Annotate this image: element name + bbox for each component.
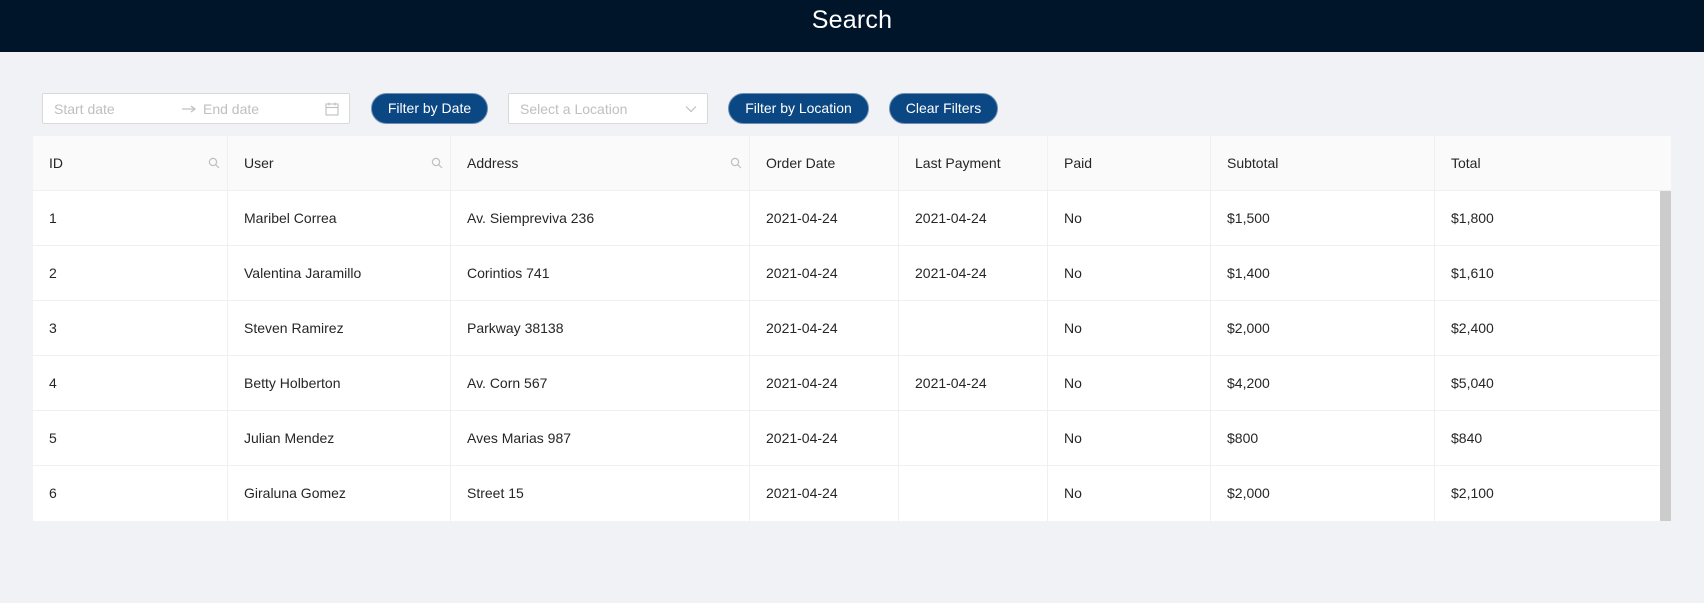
column-header-address[interactable]: Address — [451, 136, 750, 191]
cell-paid: No — [1048, 356, 1211, 411]
cell-address: Av. Siempreviva 236 — [451, 191, 750, 246]
cell-id: 1 — [33, 191, 228, 246]
location-select[interactable]: Select a Location — [508, 93, 708, 124]
table-scrollbar[interactable] — [1660, 191, 1671, 521]
orders-table: ID User Address Order Date Last Payment … — [33, 136, 1671, 521]
cell-last-payment — [899, 466, 1048, 521]
search-icon[interactable] — [431, 157, 443, 169]
cell-total: $1,610 — [1451, 265, 1494, 281]
cell-paid: No — [1048, 411, 1211, 466]
cell-address: Aves Marias 987 — [451, 411, 750, 466]
filter-toolbar: Start date End date Filter by Date Selec… — [0, 0, 1704, 140]
cell-paid: No — [1048, 191, 1211, 246]
cell-paid: No — [1048, 466, 1211, 521]
cell-address: Av. Corn 567 — [451, 356, 750, 411]
column-header-id[interactable]: ID — [33, 136, 228, 191]
column-header-paid[interactable]: Paid — [1048, 136, 1211, 191]
cell-address: Street 15 — [451, 466, 750, 521]
column-header-user[interactable]: User — [228, 136, 451, 191]
cell-subtotal: $1,500 — [1211, 191, 1435, 246]
cell-order-date: 2021-04-24 — [750, 411, 899, 466]
cell-total: $2,400 — [1451, 320, 1494, 336]
search-icon[interactable] — [208, 157, 220, 169]
cell-order-date: 2021-04-24 — [750, 301, 899, 356]
calendar-icon[interactable] — [325, 102, 339, 116]
cell-user: Julian Mendez — [228, 411, 451, 466]
cell-subtotal: $4,200 — [1211, 356, 1435, 411]
cell-id: 2 — [33, 246, 228, 301]
table-row[interactable]: 1 Maribel Correa Av. Siempreviva 236 202… — [33, 191, 1660, 246]
column-header-subtotal[interactable]: Subtotal — [1211, 136, 1435, 191]
date-range-picker[interactable]: Start date End date — [42, 93, 350, 124]
cell-last-payment: 2021-04-24 — [899, 356, 1048, 411]
cell-order-date: 2021-04-24 — [750, 246, 899, 301]
filter-by-date-button[interactable]: Filter by Date — [371, 93, 488, 124]
column-header-label: ID — [49, 155, 63, 171]
table-row[interactable]: 3 Steven Ramirez Parkway 38138 2021-04-2… — [33, 301, 1660, 356]
column-header-total[interactable]: Total — [1435, 136, 1671, 191]
cell-id: 3 — [33, 301, 228, 356]
start-date-input[interactable]: Start date — [54, 101, 115, 117]
table-header: ID User Address Order Date Last Payment … — [33, 136, 1671, 191]
arrow-right-icon — [182, 105, 196, 113]
cell-order-date: 2021-04-24 — [750, 356, 899, 411]
table-row[interactable]: 6 Giraluna Gomez Street 15 2021-04-24 No… — [33, 466, 1660, 521]
cell-subtotal: $800 — [1211, 411, 1435, 466]
table-row[interactable]: 5 Julian Mendez Aves Marias 987 2021-04-… — [33, 411, 1660, 466]
cell-subtotal: $1,400 — [1211, 246, 1435, 301]
table-row[interactable]: 2 Valentina Jaramillo Corintios 741 2021… — [33, 246, 1660, 301]
cell-address: Corintios 741 — [451, 246, 750, 301]
cell-user: Steven Ramirez — [228, 301, 451, 356]
search-icon[interactable] — [730, 157, 742, 169]
cell-total: $1,800 — [1451, 210, 1494, 226]
column-header-last-payment[interactable]: Last Payment — [899, 136, 1048, 191]
cell-user: Maribel Correa — [228, 191, 451, 246]
chevron-down-icon — [685, 106, 697, 113]
table-body: 1 Maribel Correa Av. Siempreviva 236 202… — [33, 191, 1660, 521]
cell-total: $840 — [1451, 430, 1483, 446]
cell-paid: No — [1048, 301, 1211, 356]
column-header-label: User — [244, 155, 274, 171]
end-date-input[interactable]: End date — [203, 101, 259, 117]
cell-last-payment — [899, 411, 1048, 466]
location-select-placeholder: Select a Location — [520, 101, 628, 117]
cell-last-payment: 2021-04-24 — [899, 191, 1048, 246]
cell-last-payment: 2021-04-24 — [899, 246, 1048, 301]
cell-address: Parkway 38138 — [451, 301, 750, 356]
cell-total: $5,040 — [1451, 375, 1494, 391]
cell-order-date: 2021-04-24 — [750, 466, 899, 521]
cell-user: Valentina Jaramillo — [228, 246, 451, 301]
cell-total: $2,100 — [1451, 485, 1494, 501]
column-header-label: Address — [467, 155, 519, 171]
cell-last-payment — [899, 301, 1048, 356]
filter-by-location-button[interactable]: Filter by Location — [728, 93, 869, 124]
cell-id: 6 — [33, 466, 228, 521]
cell-id: 5 — [33, 411, 228, 466]
table-row[interactable]: 4 Betty Holberton Av. Corn 567 2021-04-2… — [33, 356, 1660, 411]
cell-subtotal: $2,000 — [1211, 301, 1435, 356]
cell-user: Betty Holberton — [228, 356, 451, 411]
clear-filters-button[interactable]: Clear Filters — [889, 93, 998, 124]
cell-user: Giraluna Gomez — [228, 466, 451, 521]
cell-order-date: 2021-04-24 — [750, 191, 899, 246]
column-header-order-date[interactable]: Order Date — [750, 136, 899, 191]
cell-subtotal: $2,000 — [1211, 466, 1435, 521]
cell-paid: No — [1048, 246, 1211, 301]
cell-id: 4 — [33, 356, 228, 411]
